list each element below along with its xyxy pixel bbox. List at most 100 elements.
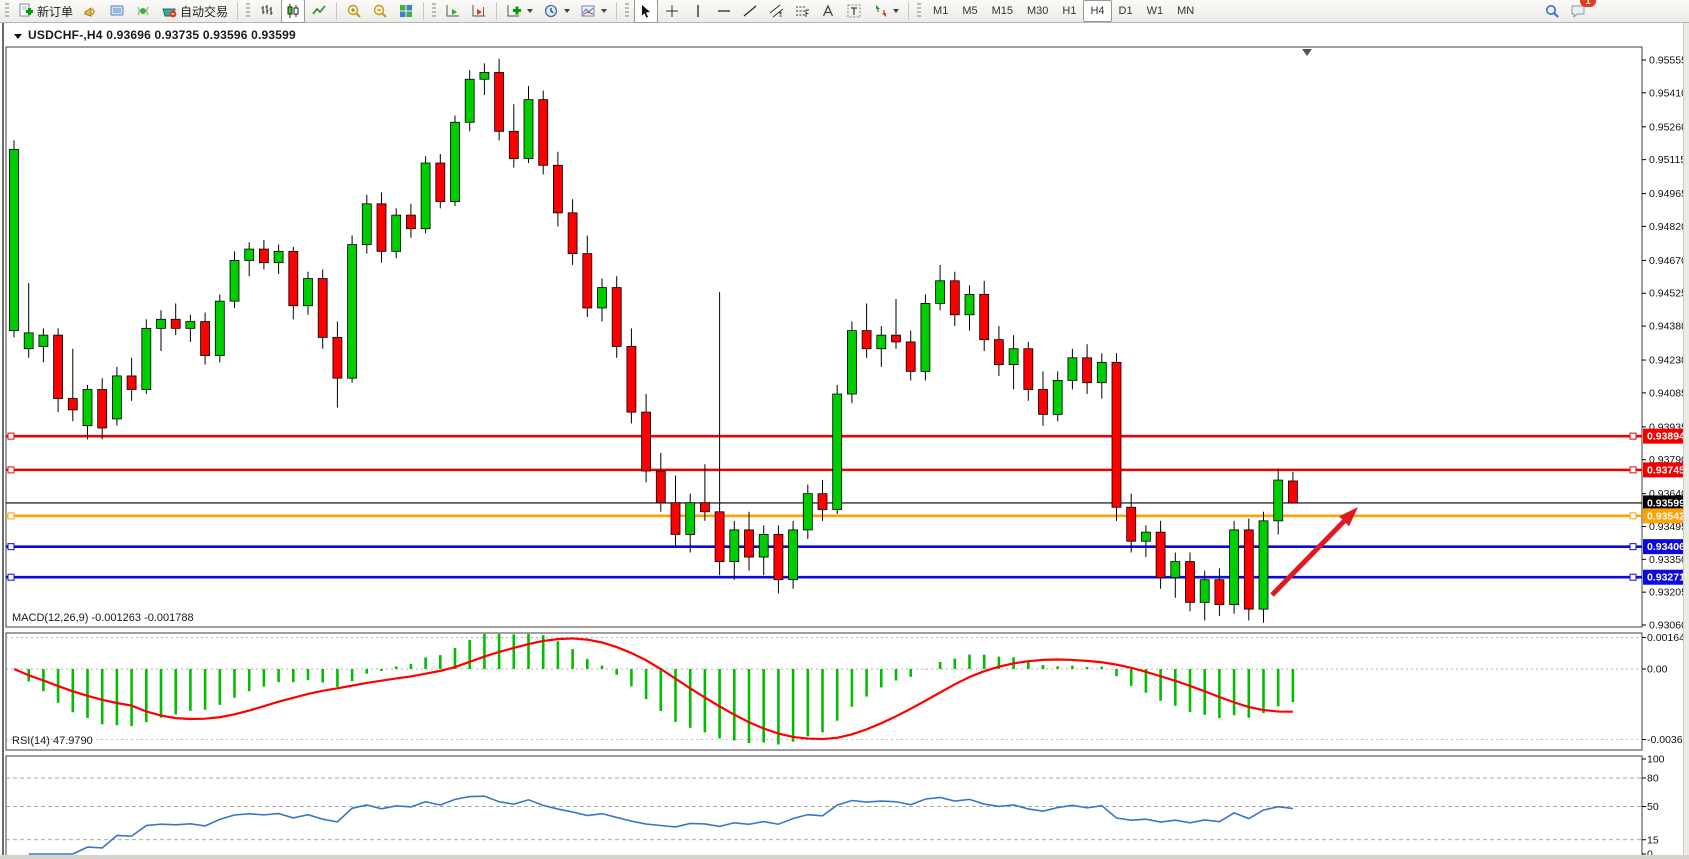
fibonacci-button[interactable] [790, 0, 814, 23]
tile-windows-button[interactable] [394, 0, 418, 23]
axis-label: 0.95115 [1649, 154, 1686, 166]
trendline-button[interactable] [738, 0, 762, 23]
candle [1141, 532, 1150, 541]
candle [906, 342, 915, 371]
chart-shift-marker-icon[interactable] [1302, 49, 1312, 56]
axis-label: 0.94670 [1649, 255, 1687, 267]
auto-trading-label: 自动交易 [180, 3, 228, 20]
candle [553, 165, 562, 213]
candle [1288, 481, 1297, 503]
timeframe-MN[interactable]: MN [1170, 0, 1201, 22]
candle [818, 494, 827, 510]
search-icon [1544, 3, 1560, 19]
candle [1244, 530, 1253, 609]
chart-template-button[interactable] [576, 0, 611, 23]
axis-label: 80 [1647, 773, 1659, 785]
auto-scroll-button[interactable] [441, 0, 465, 23]
terminal-button[interactable] [105, 0, 129, 23]
bar-chart-button[interactable] [255, 0, 279, 23]
candle [333, 337, 342, 378]
axis-label: 0.94820 [1649, 221, 1687, 233]
periods-clock-button[interactable] [539, 0, 574, 23]
symbol-dropdown-caret-icon[interactable] [14, 34, 22, 39]
toolbar-grip[interactable] [917, 3, 921, 19]
candle [157, 319, 166, 328]
horizontal-line-button[interactable] [712, 0, 736, 23]
chart-area[interactable]: 0.955550.954100.952600.951150.949650.948… [0, 23, 1689, 859]
vertical-line-button[interactable] [686, 0, 710, 23]
timeframe-M30[interactable]: M30 [1020, 0, 1055, 22]
crosshair-button[interactable] [660, 0, 684, 23]
text-button[interactable] [816, 0, 840, 23]
search-button[interactable] [1540, 0, 1564, 23]
axis-label: 0.94965 [1649, 188, 1687, 200]
toolbar-grip[interactable] [5, 3, 9, 19]
candle [392, 215, 401, 251]
terminal-icon [109, 3, 125, 19]
zoom-out-button[interactable] [368, 0, 392, 23]
new-order-icon [18, 3, 34, 19]
trendline-icon [742, 3, 758, 19]
timeframe-H1[interactable]: H1 [1055, 0, 1083, 22]
signal-icon [135, 3, 151, 19]
fibonacci-icon [794, 3, 810, 19]
arrows-icon [872, 3, 888, 19]
equidistant-channel-button[interactable] [764, 0, 788, 23]
text-label-button[interactable] [842, 0, 866, 23]
candle [509, 131, 518, 158]
candle [877, 335, 886, 349]
candle [745, 530, 754, 557]
arrows-button[interactable] [868, 0, 903, 23]
pane-frame [6, 756, 1642, 858]
candle [465, 79, 474, 122]
axis-label: 0.93205 [1649, 587, 1687, 599]
toolbar-grip[interactable] [625, 3, 629, 19]
zoom-in-button[interactable] [342, 0, 366, 23]
candle [1068, 358, 1077, 381]
chart-shift-button[interactable] [467, 0, 491, 23]
candle [54, 335, 63, 398]
candle [671, 503, 680, 535]
candle [847, 331, 856, 394]
signal-button[interactable] [131, 0, 155, 23]
timeframe-W1[interactable]: W1 [1140, 0, 1171, 22]
candle [965, 294, 974, 314]
candle-chart-icon [285, 3, 301, 19]
candle [171, 319, 180, 328]
axis-label: 0.93894 [1647, 431, 1685, 443]
timeframe-M5[interactable]: M5 [955, 0, 984, 22]
timeframe-H4[interactable]: H4 [1083, 0, 1111, 22]
auto-trading-button[interactable]: 自动交易 [157, 0, 232, 23]
candle [1009, 349, 1018, 365]
candle [83, 389, 92, 425]
candle [495, 72, 504, 131]
timeframe-D1[interactable]: D1 [1112, 0, 1140, 22]
add-indicator-button[interactable] [502, 0, 537, 23]
bar-chart-icon [259, 3, 275, 19]
timeframe-M1[interactable]: M1 [926, 0, 955, 22]
announcement-button[interactable] [79, 0, 103, 23]
trend-arrow-annotation[interactable] [1272, 507, 1358, 595]
candle [1112, 362, 1121, 507]
timeframe-M15[interactable]: M15 [985, 0, 1020, 22]
cursor-button[interactable] [634, 0, 658, 23]
horizontal-line-icon [716, 3, 732, 19]
dropdown-caret-icon [893, 9, 899, 13]
toolbar-grip[interactable] [432, 3, 436, 19]
chart-canvas[interactable]: 0.955550.954100.952600.951150.949650.948… [0, 23, 1689, 859]
toolbar-grip[interactable] [246, 3, 250, 19]
candle [921, 303, 930, 371]
candle [186, 322, 195, 329]
candle [421, 163, 430, 229]
line-chart-button[interactable] [307, 0, 331, 23]
new-order-button[interactable]: 新订单 [14, 0, 77, 23]
status-strip [0, 855, 1689, 859]
auto-trading-icon [161, 3, 177, 19]
candle [362, 204, 371, 245]
axis-label: 0.94230 [1649, 355, 1687, 367]
text-icon [820, 3, 836, 19]
chat-button[interactable]: 1 [1566, 0, 1591, 23]
chart-template-icon [580, 3, 596, 19]
macd-histogram [14, 634, 1293, 744]
candle-chart-button[interactable] [281, 0, 305, 23]
